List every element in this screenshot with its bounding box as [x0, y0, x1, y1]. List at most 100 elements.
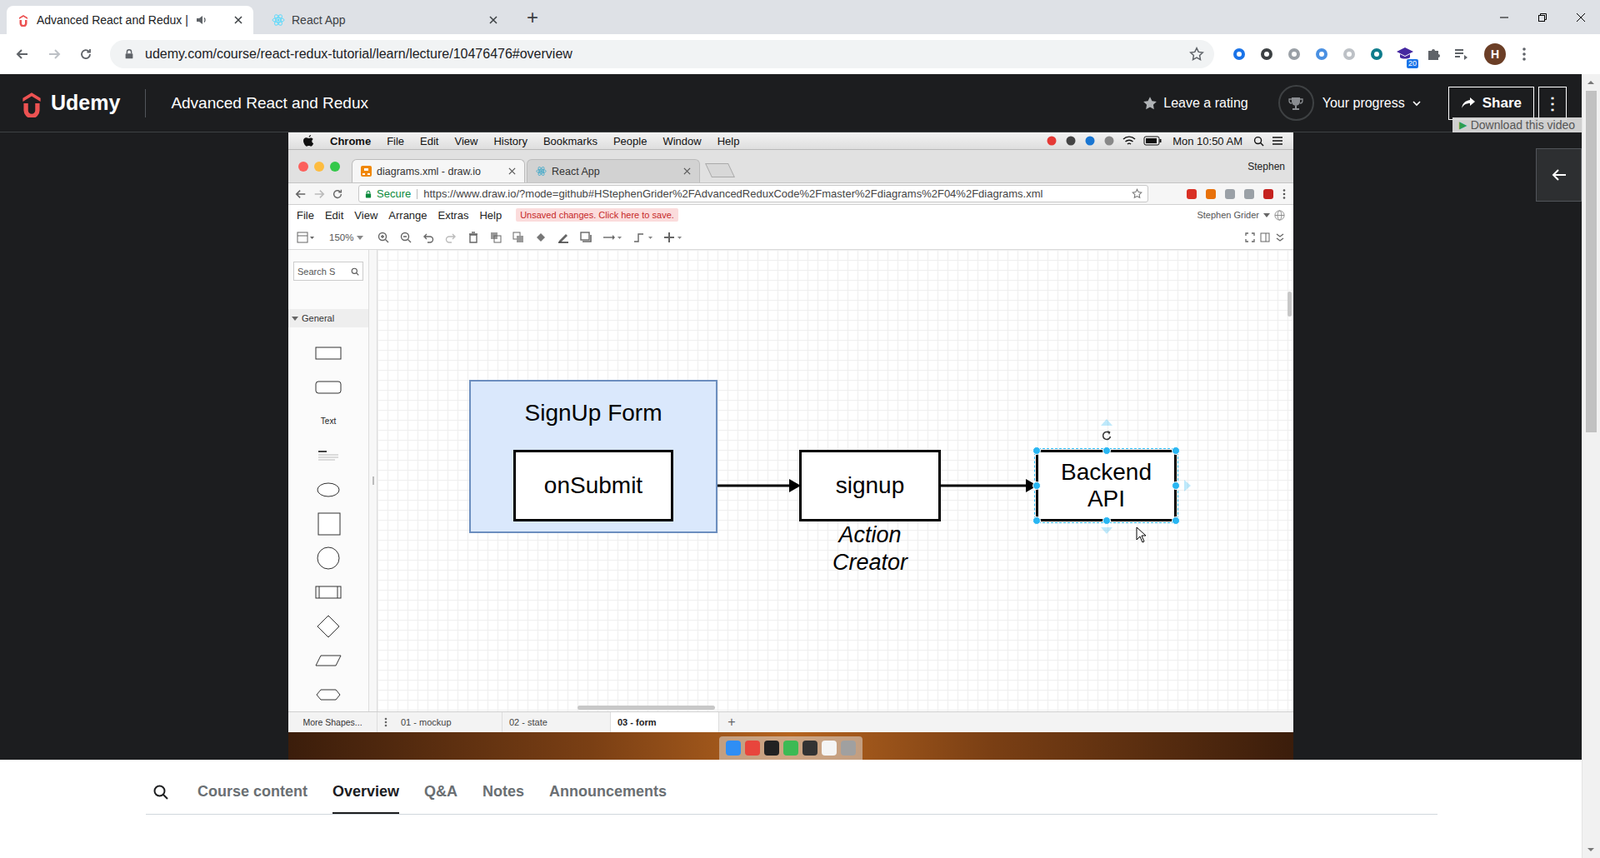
- square-shape[interactable]: [288, 506, 369, 541]
- resize-handle[interactable]: [1102, 516, 1111, 525]
- resize-handle[interactable]: [1171, 481, 1180, 490]
- dock-app-icon[interactable]: [725, 740, 741, 756]
- shape-section-header[interactable]: General: [288, 309, 369, 328]
- undo-icon[interactable]: [422, 231, 435, 244]
- back-button[interactable]: [8, 40, 37, 69]
- course-tab[interactable]: Overview: [332, 773, 400, 815]
- minimize-dot[interactable]: [314, 161, 325, 172]
- scroll-up-icon[interactable]: [1586, 79, 1595, 86]
- diagram-node[interactable]: onSubmit: [513, 450, 674, 522]
- close-tab-icon[interactable]: [231, 13, 245, 27]
- search-button[interactable]: [149, 774, 173, 815]
- mac-menu-item[interactable]: History: [493, 135, 527, 148]
- unsaved-notice[interactable]: Unsaved changes. Click here to save.: [515, 208, 679, 222]
- mac-menu-item[interactable]: Help: [717, 135, 740, 148]
- address-text[interactable]: udemy.com/course/react-redux-tutorial/le…: [145, 46, 573, 62]
- waypoints-icon[interactable]: [633, 231, 654, 244]
- resize-handle[interactable]: [1032, 446, 1041, 455]
- back-arrow-icon[interactable]: [295, 188, 307, 200]
- zoom-dot[interactable]: [330, 161, 340, 172]
- close-tab-icon[interactable]: [508, 167, 516, 175]
- extension-icon[interactable]: [1230, 45, 1248, 63]
- lock-icon[interactable]: [123, 47, 135, 61]
- extension-icon[interactable]: [1285, 45, 1303, 63]
- insert-icon[interactable]: [664, 231, 685, 244]
- resize-handle[interactable]: [1171, 446, 1180, 455]
- collapse-icon[interactable]: [1275, 232, 1285, 243]
- extension-icon[interactable]: [1224, 188, 1236, 200]
- diagram-node[interactable]: Backend API: [1035, 450, 1177, 522]
- extension-icon[interactable]: [1368, 45, 1385, 63]
- process-shape[interactable]: [288, 575, 369, 610]
- address-text[interactable]: https://www.draw.io/?mode=github#HStephe…: [423, 187, 1043, 200]
- extension-icon[interactable]: [1185, 188, 1198, 200]
- vertical-scroll-thumb[interactable]: [1287, 291, 1292, 317]
- scroll-thumb[interactable]: [1585, 90, 1597, 433]
- dock-app-icon[interactable]: [840, 740, 856, 756]
- leave-rating[interactable]: Leave a rating: [1142, 95, 1248, 111]
- delete-icon[interactable]: [467, 231, 480, 244]
- dock-app-icon[interactable]: [745, 740, 760, 756]
- diagram-canvas[interactable]: SignUp Form onSubmit signup Backend API …: [377, 250, 1294, 712]
- bookmark-star-icon[interactable]: [1131, 188, 1143, 200]
- chrome-menu-icon[interactable]: [1281, 188, 1287, 200]
- to-front-icon[interactable]: [490, 231, 502, 244]
- heading-shape[interactable]: [288, 438, 369, 473]
- connection-icon[interactable]: [602, 231, 623, 244]
- share-button[interactable]: Share: [1448, 86, 1535, 120]
- resize-handle[interactable]: [1102, 446, 1111, 455]
- dock-app-icon[interactable]: [802, 740, 818, 756]
- page-scrollbar[interactable]: [1581, 74, 1600, 858]
- hexagon-shape[interactable]: [288, 677, 369, 712]
- clone-arrow-icon[interactable]: [1100, 419, 1113, 426]
- address-bar[interactable]: udemy.com/course/react-redux-tutorial/le…: [110, 40, 1215, 69]
- mac-app-menu[interactable]: Chrome: [330, 135, 371, 148]
- browser-tab[interactable]: Advanced React and Redux |: [6, 5, 254, 35]
- progress-ring[interactable]: [1278, 85, 1315, 121]
- notification-list-icon[interactable]: [1271, 135, 1284, 146]
- status-icon[interactable]: [1045, 135, 1058, 147]
- status-icon[interactable]: [1084, 135, 1096, 147]
- panel-icon[interactable]: [1260, 232, 1270, 243]
- forward-arrow-icon[interactable]: [313, 188, 325, 200]
- profile-avatar[interactable]: H: [1484, 43, 1506, 65]
- shadow-icon[interactable]: [580, 231, 592, 244]
- drawio-menu-item[interactable]: Arrange: [388, 209, 427, 222]
- course-tab[interactable]: Announcements: [549, 773, 667, 815]
- playlist-icon[interactable]: [1452, 45, 1470, 63]
- extension-with-badge[interactable]: 20: [1395, 45, 1415, 63]
- new-tab-button[interactable]: [705, 163, 735, 178]
- resize-handle[interactable]: [1032, 516, 1041, 525]
- mac-menu-item[interactable]: Bookmarks: [543, 135, 598, 148]
- chrome-tab[interactable]: diagrams.xml - draw.io: [351, 159, 525, 183]
- rectangle-shape[interactable]: [288, 335, 369, 370]
- extension-icon[interactable]: [1205, 188, 1217, 200]
- status-icon[interactable]: [1065, 135, 1077, 147]
- mac-menu-item[interactable]: Edit: [420, 135, 439, 148]
- extension-icon[interactable]: [1258, 45, 1275, 63]
- battery-icon[interactable]: [1143, 135, 1162, 146]
- dock-app-icon[interactable]: [821, 740, 837, 756]
- resize-handle[interactable]: [1171, 516, 1180, 525]
- edge-line[interactable]: [940, 485, 1026, 488]
- course-tab[interactable]: Course content: [197, 773, 308, 815]
- status-icon[interactable]: [1103, 135, 1115, 147]
- new-tab-button[interactable]: +: [520, 7, 545, 28]
- diamond-shape[interactable]: [288, 609, 369, 644]
- mac-menu-item[interactable]: File: [386, 135, 405, 148]
- zoom-select[interactable]: 150%: [325, 232, 367, 243]
- add-page-button[interactable]: +: [719, 712, 745, 733]
- pages-menu-icon[interactable]: [377, 716, 395, 729]
- speaker-icon[interactable]: [195, 13, 209, 27]
- to-back-icon[interactable]: [512, 231, 525, 244]
- sidebar-splitter[interactable]: [369, 250, 378, 712]
- page-tab[interactable]: 03 - form: [610, 712, 720, 733]
- chrome-profile[interactable]: Stephen: [1247, 160, 1294, 173]
- mac-menu-item[interactable]: View: [454, 135, 478, 148]
- drawio-menu-item[interactable]: Help: [479, 209, 502, 222]
- clone-arrow-icon[interactable]: [1184, 480, 1191, 492]
- wifi-icon[interactable]: [1122, 135, 1136, 147]
- reload-button[interactable]: [71, 40, 100, 69]
- extension-icon[interactable]: [1262, 188, 1275, 200]
- spotlight-search-icon[interactable]: [1253, 135, 1265, 147]
